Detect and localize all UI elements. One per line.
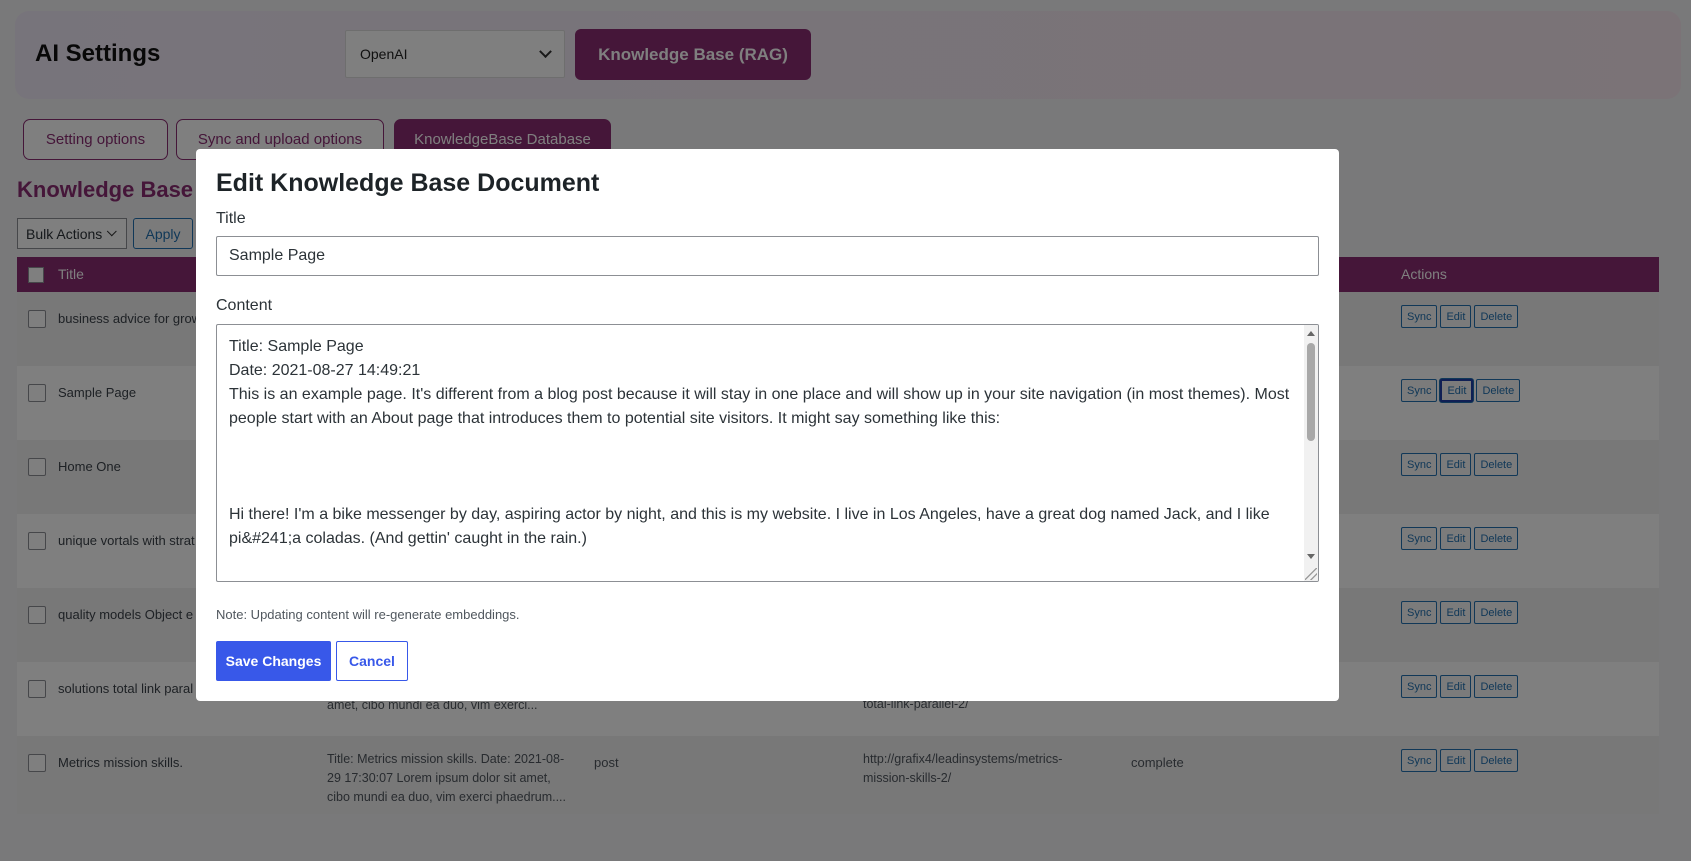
content-textarea[interactable]: Title: Sample Page Date: 2021-08-27 14:4… [216,324,1319,582]
content-line: Date: 2021-08-27 14:49:21 [229,362,421,379]
scroll-up-arrow-icon[interactable] [1307,331,1315,336]
embedding-note: Note: Updating content will re-generate … [216,607,520,622]
cancel-button[interactable]: Cancel [336,641,408,681]
title-input[interactable] [216,236,1319,276]
scroll-thumb[interactable] [1307,343,1315,441]
content-label: Content [216,297,273,314]
content-scrollbar[interactable] [1304,325,1318,581]
save-changes-button[interactable]: Save Changes [216,641,331,681]
resize-handle-icon[interactable] [1305,568,1317,580]
content-line: Title: Sample Page [229,338,364,355]
content-paragraph: Hi there! I'm a bike messenger by day, a… [229,506,1270,547]
modal-title: Edit Knowledge Base Document [216,169,600,197]
scroll-down-arrow-icon[interactable] [1307,554,1315,559]
content-text: Title: Sample Page Date: 2021-08-27 14:4… [229,335,1299,551]
edit-document-modal: Edit Knowledge Base Document Title Conte… [196,149,1339,701]
title-label: Title [216,210,246,227]
content-paragraph: This is an example page. It's different … [229,386,1290,427]
